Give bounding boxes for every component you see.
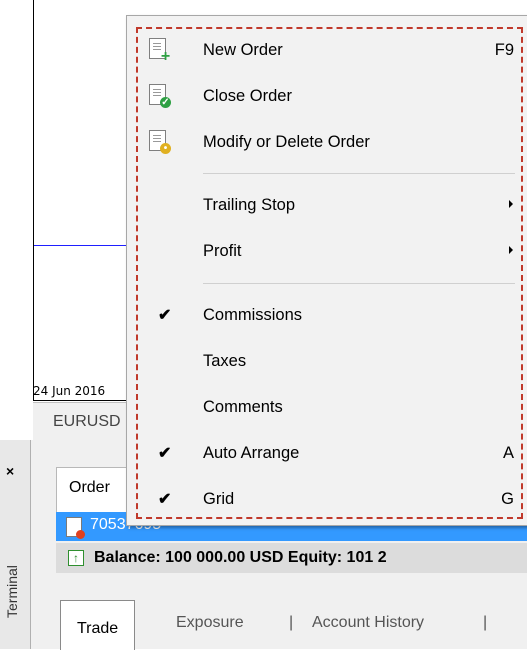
checkmark-icon: ✔ (158, 491, 172, 508)
tab-symbol-eurusd[interactable]: EURUSD (53, 413, 121, 431)
submenu-arrow-icon (509, 200, 513, 208)
price-line (34, 245, 134, 246)
menu-item-label: Profit (203, 242, 242, 260)
checkmark-icon: ✔ (158, 307, 172, 324)
tab-trade[interactable]: Trade (60, 600, 136, 650)
menu-item-commissions[interactable]: ✔ Commissions (127, 297, 527, 333)
close-icon[interactable]: × (6, 463, 14, 479)
menu-item-label: New Order (203, 41, 283, 59)
column-header-order[interactable]: Order (69, 479, 110, 497)
menu-item-label: Trailing Stop (203, 196, 296, 214)
menu-shortcut: A (502, 444, 514, 462)
menu-item-comments[interactable]: Comments (127, 389, 527, 425)
tab-account-history[interactable]: Account History (312, 614, 424, 632)
submenu-arrow-icon (509, 246, 513, 254)
menu-item-auto-arrange[interactable]: ✔ Auto Arrange A (127, 435, 527, 471)
menu-item-label: Comments (203, 398, 283, 416)
chart-date-label: 24 Jun 2016 (33, 384, 106, 398)
context-menu: + New Order F9 ✓ Close Order • Modify or… (126, 15, 527, 526)
menu-separator (203, 283, 515, 284)
balance-text: Balance: 100 000.00 USD Equity: 101 2 (94, 549, 387, 566)
menu-item-label: Close Order (203, 87, 292, 105)
menu-separator (203, 173, 515, 174)
menu-item-label: Taxes (203, 352, 247, 370)
menu-item-label: Modify or Delete Order (203, 133, 370, 151)
menu-item-grid[interactable]: ✔ Grid G (127, 481, 527, 517)
menu-item-profit[interactable]: Profit (127, 233, 527, 269)
terminal-side-label: Terminal (4, 565, 20, 618)
menu-item-taxes[interactable]: Taxes (127, 343, 527, 379)
tab-separator: | (483, 614, 488, 631)
modify-order-icon: • (149, 130, 171, 154)
left-edge-panel (0, 0, 33, 420)
menu-item-label: Auto Arrange (203, 444, 300, 462)
menu-item-trailing-stop[interactable]: Trailing Stop (127, 187, 527, 223)
balance-up-icon: ↑ (68, 550, 84, 566)
menu-shortcut: G (501, 490, 514, 508)
menu-item-modify-order[interactable]: • Modify or Delete Order (127, 124, 527, 160)
menu-item-new-order[interactable]: + New Order F9 (127, 32, 527, 68)
menu-item-label: Grid (203, 490, 235, 508)
terminal-tabs: Trade Exposure | Account History | (56, 600, 527, 650)
tab-separator: | (289, 614, 294, 631)
menu-shortcut: F9 (494, 41, 514, 59)
order-doc-icon (66, 517, 85, 539)
menu-item-close-order[interactable]: ✓ Close Order (127, 78, 527, 114)
checkmark-icon: ✔ (158, 445, 172, 462)
tab-exposure[interactable]: Exposure (176, 614, 244, 632)
close-order-icon: ✓ (149, 84, 171, 108)
balance-row: ↑ Balance: 100 000.00 USD Equity: 101 2 (56, 543, 527, 573)
new-order-icon: + (149, 38, 170, 65)
menu-item-label: Commissions (203, 306, 303, 324)
